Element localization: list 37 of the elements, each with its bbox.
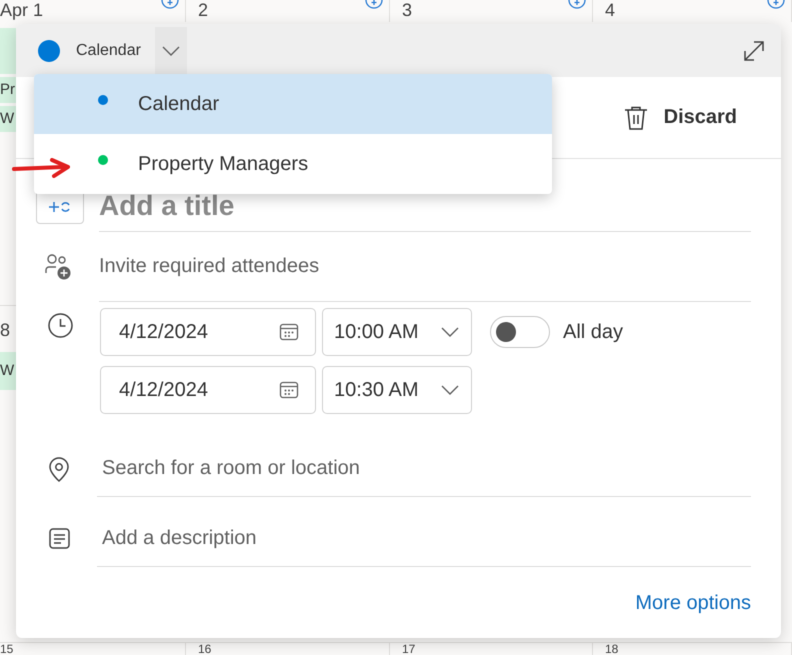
chevron-down-icon	[441, 385, 459, 395]
location-pin-icon	[48, 456, 70, 482]
location-field[interactable]: Search for a room or location	[97, 440, 751, 497]
dropdown-button[interactable]	[154, 26, 187, 74]
date-field[interactable]: 4/12/2024	[100, 366, 316, 414]
time-dropdown[interactable]: 10:00 AM	[322, 308, 472, 356]
day-number: 15	[0, 643, 14, 655]
discard-button[interactable]: Discard	[624, 100, 737, 134]
day-number: 16	[197, 643, 212, 655]
notes-icon	[49, 528, 70, 549]
time-dropdown[interactable]: 10:30 AM	[322, 366, 472, 414]
description-field[interactable]: Add a description	[97, 510, 751, 567]
more-options-link[interactable]: More options	[635, 592, 751, 615]
chevron-down-icon	[441, 327, 459, 337]
day-number: 2	[197, 0, 208, 20]
attendees-field[interactable]: Invite required attendees	[99, 231, 751, 302]
day-number: 4	[604, 0, 616, 20]
menu-item[interactable]: Calendar	[34, 74, 552, 134]
event-block[interactable]: Pr	[0, 77, 16, 103]
trash-icon	[624, 104, 648, 130]
day-number: 3	[401, 0, 412, 20]
calendar-icon	[279, 322, 299, 342]
day-number: 18	[604, 643, 618, 655]
calendar-icon	[279, 380, 299, 400]
all-day-label: All day	[563, 320, 624, 344]
day-number: 8	[0, 320, 10, 341]
toggle-switch[interactable]	[490, 316, 550, 348]
plus-sync-icon	[49, 200, 71, 214]
calendar-name[interactable]: Calendar	[76, 42, 141, 60]
expand-icon[interactable]	[743, 40, 765, 62]
day-number: 17	[401, 643, 416, 655]
date-field[interactable]: 4/12/2024	[100, 308, 316, 356]
event-block[interactable]: W	[0, 106, 16, 132]
add-people-icon	[45, 252, 73, 280]
chevron-down-icon	[162, 46, 180, 56]
event-block[interactable]: W	[0, 352, 16, 390]
day-number: Apr 1	[0, 0, 44, 20]
